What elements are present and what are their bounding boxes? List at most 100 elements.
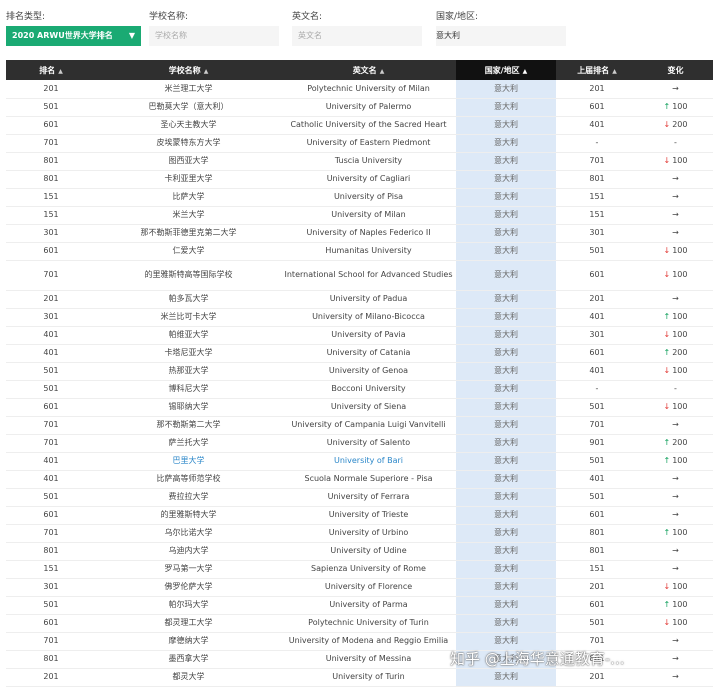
change-cell: →	[638, 170, 713, 188]
table-row[interactable]: 401 卡塔尼亚大学 University of Catania 意大利 601 ↑ 200	[6, 344, 713, 362]
country-cell: 意大利	[456, 470, 556, 488]
rank-type-select[interactable]: 2020 ARWU世界大学排名 ▼	[6, 26, 141, 46]
header-school-name[interactable]: 学校名称 ▲	[96, 60, 281, 80]
table-row[interactable]: 601 圣心天主教大学 Catholic University of the Sac…	[6, 116, 713, 134]
table-row[interactable]: 701 萨兰托大学 University of Salento 意大利 901 ↑ 200	[6, 434, 713, 452]
school-name-cell[interactable]: 的里雅斯特大学	[96, 506, 281, 524]
table-row[interactable]: 201 都灵大学 University of Turin 意大利 201 →	[6, 668, 713, 686]
school-name-cell[interactable]: 都灵大学	[96, 668, 281, 686]
english-name-cell: University of Milan	[331, 210, 406, 219]
school-name-cell[interactable]: 那不勒斯菲德里克第二大学	[96, 224, 281, 242]
table-row[interactable]: 501 帕尔玛大学 University of Parma 意大利 601 ↑ 100	[6, 596, 713, 614]
table-row[interactable]: 801 图西亚大学 Tuscia University 意大利 701 ↓ 100	[6, 152, 713, 170]
change-amount: 100	[672, 582, 688, 591]
school-name-cell[interactable]: 巴里大学	[96, 452, 281, 470]
table-row[interactable]: 201 米兰理工大学 Polytechnic University of Milan…	[6, 80, 713, 98]
table-row[interactable]: 601 锡耶纳大学 University of Siena 意大利 501 ↓ 100	[6, 398, 713, 416]
school-name-cell[interactable]: 那不勒斯第二大学	[96, 416, 281, 434]
country-cell: 意大利	[456, 80, 556, 98]
rank-cell: 401	[43, 456, 59, 465]
change-amount: 200	[672, 438, 688, 447]
school-name-cell[interactable]: 佛罗伦萨大学	[96, 578, 281, 596]
rank-cell: 701	[43, 528, 59, 537]
english-name-cell: University of Cagliari	[326, 174, 411, 183]
table-row[interactable]: 301 佛罗伦萨大学 University of Florence 意大利 201 ↓ 10…	[6, 578, 713, 596]
chevron-down-icon: ▼	[128, 31, 135, 40]
table-row[interactable]: 501 费拉拉大学 University of Ferrara 意大利 501 →	[6, 488, 713, 506]
sort-icon: ▲	[612, 67, 617, 75]
school-name-input[interactable]: 学校名称	[149, 26, 279, 46]
school-name-cell[interactable]: 比萨高等师范学校	[96, 470, 281, 488]
header-english-name[interactable]: 英文名 ▲	[281, 60, 456, 80]
english-name-input[interactable]: 英文名	[292, 26, 422, 46]
school-name-cell[interactable]: 乌尔比诺大学	[96, 524, 281, 542]
table-row[interactable]: 151 比萨大学 University of Pisa 意大利 151 →	[6, 188, 713, 206]
school-name-cell[interactable]: 帕维亚大学	[96, 326, 281, 344]
table-row[interactable]: 701 皮埃蒙特东方大学 University of Eastern Piedmon…	[6, 134, 713, 152]
school-name-cell[interactable]: 米兰比可卡大学	[96, 308, 281, 326]
school-name-cell[interactable]: 圣心天主教大学	[96, 116, 281, 134]
arrow-right-icon: →	[672, 564, 679, 573]
table-row[interactable]: 601 仁爱大学 Humanitas University 意大利 501 ↓ 100	[6, 242, 713, 260]
rank-cell: 501	[43, 366, 59, 375]
table-row[interactable]: 201 帕多瓦大学 University of Padua 意大利 201 →	[6, 290, 713, 308]
rank-cell: 151	[43, 210, 59, 219]
school-name-cell[interactable]: 帕多瓦大学	[96, 290, 281, 308]
school-name-cell[interactable]: 墨西拿大学	[96, 650, 281, 668]
table-row[interactable]: 501 巴勒莫大学（意大利） University of Palermo 意大利 601…	[6, 98, 713, 116]
school-name-cell[interactable]: 乌迪内大学	[96, 542, 281, 560]
rank-cell: 601	[43, 120, 59, 129]
school-name-cell[interactable]: 帕尔玛大学	[96, 596, 281, 614]
school-name-cell[interactable]: 萨兰托大学	[96, 434, 281, 452]
table-row[interactable]: 151 米兰大学 University of Milan 意大利 151 →	[6, 206, 713, 224]
header-country[interactable]: 国家/地区 ▲	[456, 60, 556, 80]
change-cell: →	[638, 188, 713, 206]
table-row[interactable]: 701 那不勒斯第二大学 University of Campania Luigi …	[6, 416, 713, 434]
table-row[interactable]: 401 比萨高等师范学校 Scuola Normale Superiore - Pi…	[6, 470, 713, 488]
school-name-cell[interactable]: 摩德纳大学	[96, 632, 281, 650]
country-cell: 意大利	[456, 242, 556, 260]
english-name-cell: University of Ferrara	[327, 492, 410, 501]
table-row[interactable]: 701 乌尔比诺大学 University of Urbino 意大利 801 ↑ 100	[6, 524, 713, 542]
school-name-cell[interactable]: 米兰理工大学	[96, 80, 281, 98]
table-row[interactable]: 301 米兰比可卡大学 University of Milano-Bicocca 意大…	[6, 308, 713, 326]
table-row[interactable]: 601 都灵理工大学 Polytechnic University of Turin…	[6, 614, 713, 632]
school-name-cell[interactable]: 巴勒莫大学（意大利）	[96, 98, 281, 116]
header-previous-rank[interactable]: 上届排名 ▲	[556, 60, 638, 80]
table-row[interactable]: 401 帕维亚大学 University of Pavia 意大利 301 ↓ 100	[6, 326, 713, 344]
table-row[interactable]: 501 博科尼大学 Bocconi University 意大利 - -	[6, 380, 713, 398]
school-name-cell[interactable]: 比萨大学	[96, 188, 281, 206]
header-rank[interactable]: 排名 ▲	[6, 60, 96, 80]
table-row[interactable]: 501 热那亚大学 University of Genoa 意大利 401 ↓ 100	[6, 362, 713, 380]
country-input[interactable]: 意大利	[436, 26, 566, 46]
school-name-cell[interactable]: 卡利亚里大学	[96, 170, 281, 188]
table-row[interactable]: 601 的里雅斯特大学 University of Trieste 意大利 601 →	[6, 506, 713, 524]
school-name-cell[interactable]: 皮埃蒙特东方大学	[96, 134, 281, 152]
country-cell: 意大利	[456, 170, 556, 188]
change-cell: ↑ 100	[638, 596, 713, 614]
change-amount: 100	[672, 618, 688, 627]
school-name-cell[interactable]: 博科尼大学	[96, 380, 281, 398]
table-row[interactable]: 701 的里雅斯特高等国际学校 International School for A…	[6, 260, 713, 290]
english-name-cell: University of Eastern Piedmont	[306, 138, 431, 147]
table-row[interactable]: 401 巴里大学 University of Bari 意大利 501 ↑ 100	[6, 452, 713, 470]
school-name-cell[interactable]: 图西亚大学	[96, 152, 281, 170]
school-name-cell[interactable]: 罗马第一大学	[96, 560, 281, 578]
school-name-cell[interactable]: 的里雅斯特高等国际学校	[96, 260, 281, 290]
school-name-cell[interactable]: 都灵理工大学	[96, 614, 281, 632]
english-name-cell: University of Modena and Reggio Emilia	[288, 636, 449, 645]
table-row[interactable]: 151 罗马第一大学 Sapienza University of Rome 意大利 1…	[6, 560, 713, 578]
table-row[interactable]: 801 乌迪内大学 University of Udine 意大利 801 →	[6, 542, 713, 560]
school-name-cell[interactable]: 卡塔尼亚大学	[96, 344, 281, 362]
country-cell: 意大利	[456, 116, 556, 134]
school-name-cell[interactable]: 米兰大学	[96, 206, 281, 224]
school-name-cell[interactable]: 仁爱大学	[96, 242, 281, 260]
english-name-cell: Sapienza University of Rome	[311, 564, 426, 573]
school-name-cell[interactable]: 锡耶纳大学	[96, 398, 281, 416]
school-name-cell[interactable]: 热那亚大学	[96, 362, 281, 380]
arrow-right-icon: →	[672, 510, 679, 519]
school-name-cell[interactable]: 费拉拉大学	[96, 488, 281, 506]
english-name-cell: Humanitas University	[325, 246, 412, 255]
table-row[interactable]: 301 那不勒斯菲德里克第二大学 University of Naples Fede…	[6, 224, 713, 242]
table-row[interactable]: 801 卡利亚里大学 University of Cagliari 意大利 801 →	[6, 170, 713, 188]
